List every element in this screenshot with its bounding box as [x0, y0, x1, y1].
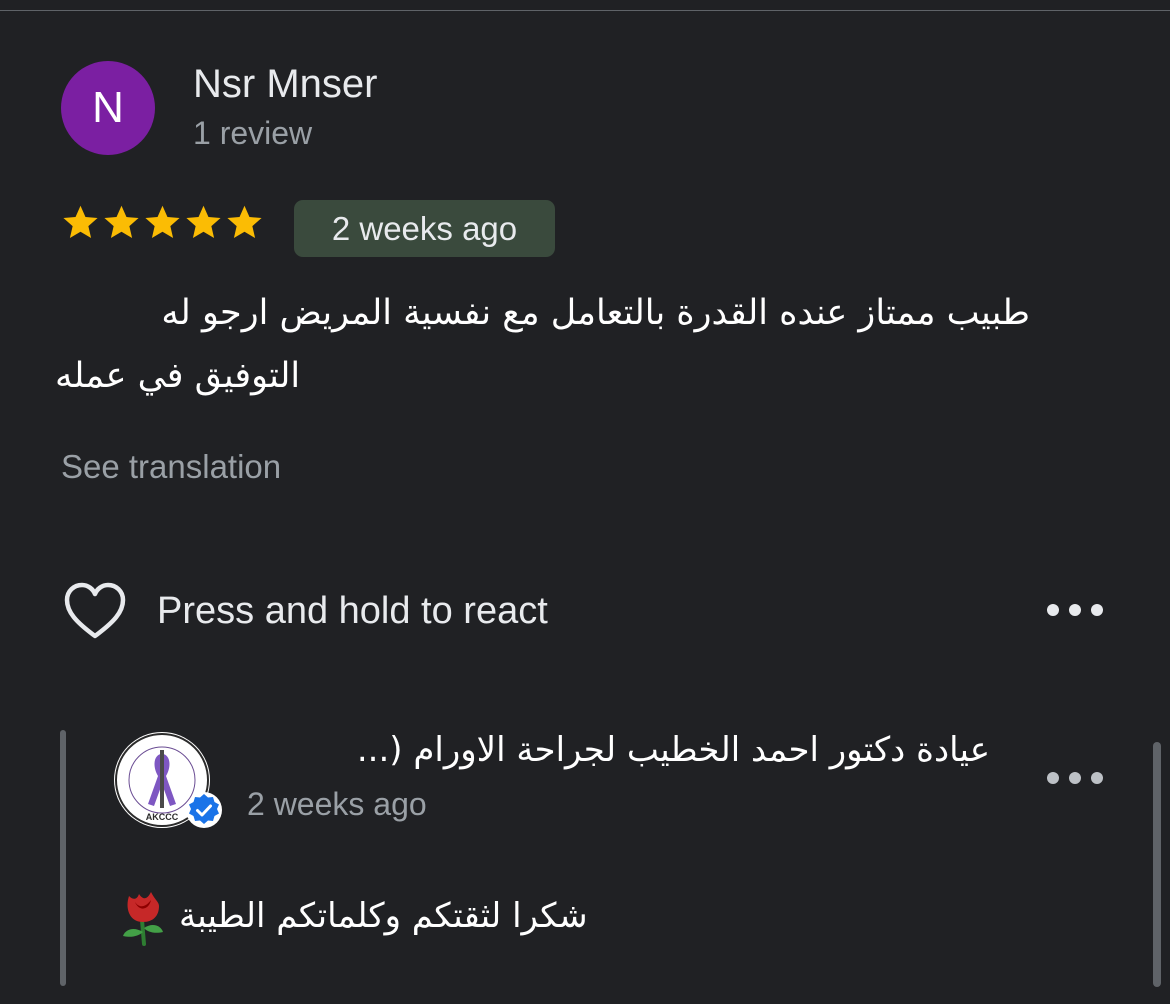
see-translation-link[interactable]: See translation — [61, 448, 281, 486]
review-date-chip: 2 weeks ago — [294, 200, 555, 257]
top-divider — [0, 10, 1170, 11]
reviewer-name[interactable]: Nsr Mnser — [193, 62, 377, 107]
owner-name[interactable]: عيادة دكتور احمد الخطيب لجراحة الاورام (… — [245, 730, 990, 770]
more-horizontal-icon — [1091, 604, 1103, 616]
more-horizontal-icon — [1069, 604, 1081, 616]
review-text-line: طبيب ممتاز عنده القدرة بالتعامل مع نفسية… — [161, 293, 1030, 333]
reply-text: شكرا لثقتكم وكلماتكم الطيبة — [115, 886, 588, 946]
reply-date: 2 weeks ago — [247, 786, 427, 822]
review-text: طبيب ممتاز عنده القدرة بالتعامل مع نفسية… — [55, 282, 1030, 396]
logo-text: AKCCC — [146, 812, 179, 822]
heart-outline-icon[interactable] — [62, 580, 128, 642]
avatar-letter: N — [92, 83, 124, 132]
reply-text-content: شكرا لثقتكم وكلماتكم الطيبة — [179, 896, 588, 936]
more-horizontal-icon — [1091, 772, 1103, 784]
star-icon — [145, 205, 180, 239]
more-horizontal-icon — [1047, 772, 1059, 784]
reviewer-avatar[interactable]: N — [61, 61, 155, 155]
react-label[interactable]: Press and hold to react — [157, 590, 548, 633]
star-icon — [186, 205, 221, 239]
reply-indent-bar — [60, 730, 66, 986]
more-options-button[interactable] — [1047, 590, 1103, 630]
review-date: 2 weeks ago — [331, 209, 518, 247]
rose-emoji-icon — [123, 892, 163, 946]
review-text-line: التوفيق في عمله — [55, 356, 301, 396]
scrollbar[interactable] — [1153, 742, 1161, 987]
star-icon — [63, 205, 98, 239]
verified-check-icon — [186, 792, 222, 828]
review-count: 1 review — [193, 115, 313, 151]
star-icon — [227, 205, 262, 239]
more-horizontal-icon — [1069, 772, 1081, 784]
reply-more-options-button[interactable] — [1047, 758, 1103, 798]
star-rating — [60, 202, 265, 243]
more-horizontal-icon — [1047, 604, 1059, 616]
star-icon — [104, 205, 139, 239]
review-card: N Nsr Mnser 1 review 2 weeks ago طبيب مم… — [0, 0, 1170, 1004]
